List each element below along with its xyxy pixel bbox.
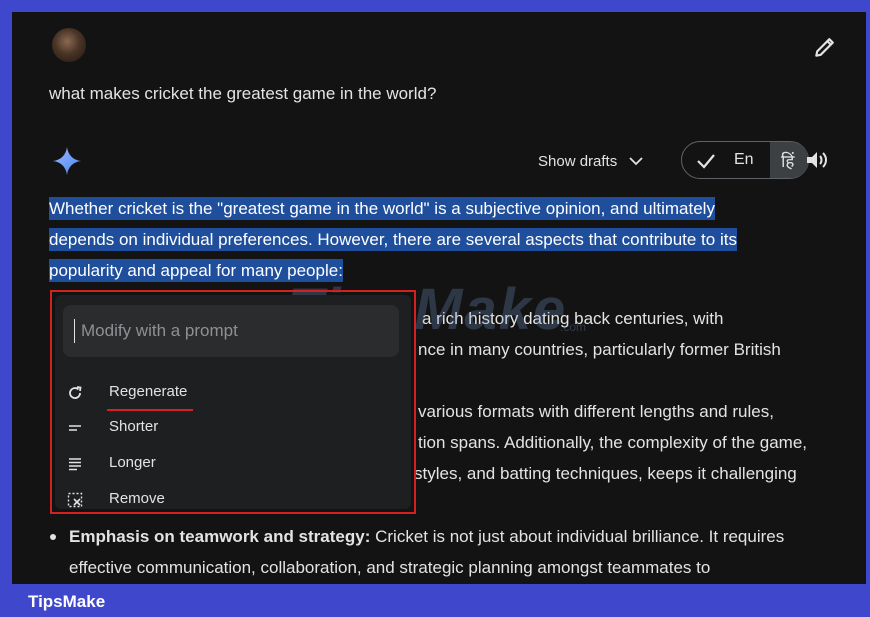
gemini-sparkle-icon [53,147,81,175]
text-caret [74,319,75,343]
answer-intro-line: Whether cricket is the "greatest game in… [49,197,715,220]
language-toggle[interactable]: En हिं [681,141,809,179]
menu-item-label: Shorter [109,418,159,435]
answer-body-line: various formats with different lengths a… [418,402,774,421]
chevron-down-icon [629,157,643,166]
answer-bullet-line-2: effective communication, collaboration, … [69,558,711,577]
user-query-text: what makes cricket the greatest game in … [49,84,437,103]
check-icon [697,154,715,169]
footer-brand-bar: TipsMake [0,584,870,617]
menu-item-label: Remove [109,490,165,507]
menu-item-label: Longer [109,454,156,471]
lang-option-en[interactable]: En [734,151,754,169]
answer-body-line: nce in many countries, particularly form… [418,340,781,359]
answer-intro-paragraph: Whether cricket is the "greatest game in… [49,193,809,286]
bullet-text: Cricket is not just about individual bri… [370,527,785,546]
refresh-icon [69,386,82,399]
show-drafts-label: Show drafts [538,152,618,170]
modify-prompt-input[interactable] [63,305,399,357]
pencil-edit-icon[interactable] [812,34,838,60]
gemini-screen: what makes cricket the greatest game in … [12,12,866,584]
answer-intro-line: depends on individual preferences. Howev… [49,228,737,251]
bullet-heading: Emphasis on teamwork and strategy: [69,527,371,546]
answer-body-line: tion spans. Additionally, the complexity… [418,433,808,452]
menu-item-remove[interactable]: Remove [55,483,411,517]
avatar [52,28,86,62]
modify-response-popup: Regenerate Shorter Longer Remove [55,295,411,509]
menu-item-shorter[interactable]: Shorter [55,411,411,445]
menu-item-regenerate[interactable]: Regenerate [55,376,411,410]
menu-item-longer[interactable]: Longer [55,447,411,481]
answer-body-line: styles, and batting techniques, keeps it… [414,464,797,483]
longer-lines-icon [69,458,81,471]
speaker-icon[interactable] [805,149,829,171]
shorter-lines-icon [69,425,81,431]
watermark-subtext: .com [560,320,587,334]
menu-item-label: Regenerate [109,383,188,400]
footer-brand-text: TipsMake [28,592,106,611]
answer-bullet-line: Emphasis on teamwork and strategy: Crick… [69,527,784,547]
show-drafts-button[interactable]: Show drafts [538,152,645,170]
lang-option-hi[interactable]: हिं [781,149,794,172]
remove-selection-icon [67,492,83,508]
bullet-dot [50,534,56,540]
